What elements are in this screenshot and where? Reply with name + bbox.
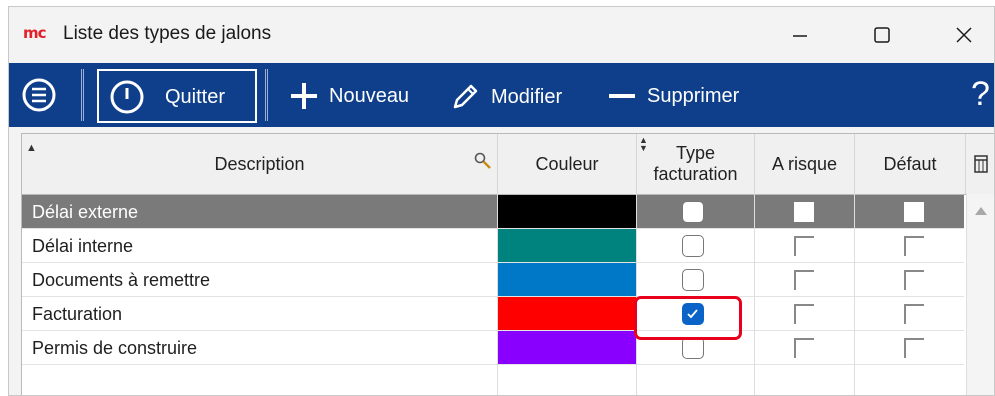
plus-icon [291,83,317,109]
app-logo: mc [23,24,47,42]
column-label-default: Défaut [883,153,937,174]
color-swatch [498,297,636,330]
delete-button[interactable]: Supprimer [607,81,739,111]
help-icon: ? [971,75,990,113]
column-divider [854,194,855,395]
column-header-default[interactable]: Défaut [855,134,966,194]
close-icon [956,27,972,43]
defaut-checkbox[interactable] [904,338,924,358]
delete-label: Supprimer [647,84,740,107]
column-divider [497,194,498,395]
sort-asc-icon: ▲ [26,142,37,154]
type-facturation-checkbox[interactable] [682,201,704,223]
minimize-icon [793,35,807,37]
table-row[interactable]: Délai interne [22,229,964,263]
color-swatch [498,195,636,228]
defaut-checkbox[interactable] [904,304,924,324]
search-icon[interactable] [474,152,492,175]
a-risque-checkbox[interactable] [794,338,814,358]
a-risque-checkbox[interactable] [794,304,814,324]
type-facturation-checkbox[interactable] [682,235,704,257]
edit-button[interactable]: Modifier [449,81,562,113]
column-label-facturation: facturation [653,164,738,184]
menu-icon [22,78,56,112]
columns-icon [973,155,988,173]
menu-button[interactable] [21,77,57,113]
vertical-scrollbar[interactable] [966,194,994,395]
column-label-risk: A risque [771,153,838,174]
help-button[interactable]: ? [971,75,990,114]
column-header-risk[interactable]: A risque [755,134,855,194]
row-description: Délai interne [32,236,134,256]
type-facturation-checkbox[interactable] [682,337,704,359]
table-row[interactable]: Documents à remettre [22,263,964,297]
defaut-checkbox[interactable] [904,270,924,290]
row-description: Délai externe [32,202,139,222]
column-label-description: Description [214,153,305,174]
toolbar-separator [265,69,268,121]
new-label: Nouveau [329,84,410,107]
new-button[interactable]: Nouveau [289,81,409,111]
sort-both-icon: ▲ ▼ [639,135,648,153]
maximize-button[interactable] [859,15,905,55]
power-icon [110,80,144,114]
toolbar: Quitter Nouveau Modifier Supprimer ? [9,63,994,127]
a-risque-checkbox[interactable] [794,270,814,290]
table-row[interactable]: Délai externe [22,195,964,229]
close-button[interactable] [941,15,987,55]
highlight-callout [634,296,742,340]
quit-label: Quitter [165,85,226,108]
row-description: Facturation [32,304,123,324]
column-header-type-facturation[interactable]: ▲ ▼ Type facturation [637,134,755,194]
column-label-type: Type [675,143,716,163]
color-swatch [498,263,636,296]
title-bar: mc Liste des types de jalons [9,7,994,63]
window-title: Liste des types de jalons [63,23,272,44]
scroll-up-icon[interactable] [974,206,988,216]
minimize-button[interactable] [777,15,823,55]
column-header-color[interactable]: Couleur [498,134,637,194]
table-row[interactable]: Permis de construire [22,331,964,365]
column-chooser-button[interactable] [966,134,994,194]
pencil-icon [453,84,478,109]
defaut-checkbox[interactable] [904,202,924,222]
toolbar-separator [81,69,84,121]
color-swatch [498,229,636,262]
a-risque-checkbox[interactable] [794,202,814,222]
app-window: mc Liste des types de jalons Quitter Nou… [8,6,995,396]
type-facturation-checkbox[interactable] [682,269,704,291]
row-description: Permis de construire [32,338,198,358]
minus-icon [609,94,635,98]
column-divider [754,194,755,395]
quit-button[interactable]: Quitter [97,69,257,123]
table-row[interactable]: Facturation [22,297,964,331]
defaut-checkbox[interactable] [904,236,924,256]
column-label-color: Couleur [535,153,599,174]
milestone-types-table: ▲ Description Couleur ▲ ▼ Type facturatio… [21,133,994,395]
edit-label: Modifier [491,85,563,108]
color-swatch [498,331,636,364]
maximize-icon [874,27,890,43]
a-risque-checkbox[interactable] [794,236,814,256]
row-description: Documents à remettre [32,270,211,290]
column-header-description[interactable]: ▲ Description [22,134,498,194]
column-divider [636,194,637,395]
